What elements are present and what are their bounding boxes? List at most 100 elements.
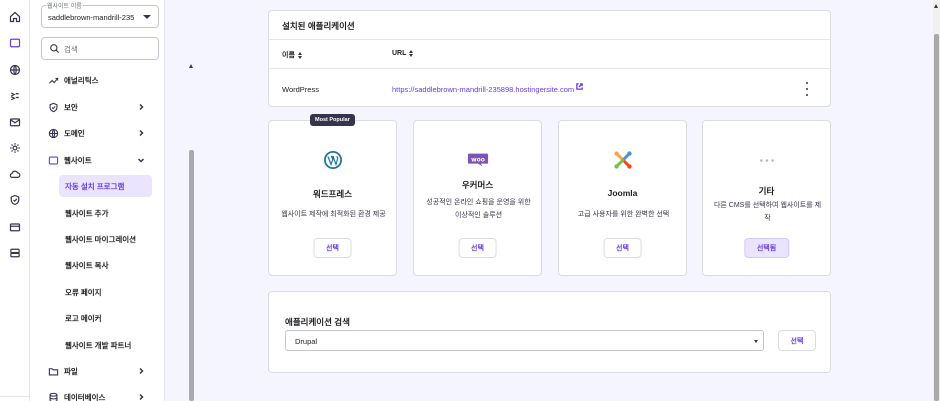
sidebar-subitem-label: 웹사이트 추가 <box>65 208 109 218</box>
website-icon <box>46 153 60 167</box>
column-header-label: 이름 <box>282 52 295 59</box>
folder-icon <box>46 364 60 378</box>
selected-other-button[interactable]: 선택됨 <box>743 238 790 258</box>
sidebar-item-security[interactable]: 보안 <box>41 97 151 117</box>
app-search-card: 애플리케이션 검색 Drupal 선택 <box>268 291 831 373</box>
shield-icon <box>46 100 60 114</box>
sidebar-item-label: 애널리틱스 <box>64 75 99 85</box>
sidebar-search-input[interactable] <box>64 42 154 56</box>
sidebar-subitem-copy-website[interactable]: 웹사이트 복사 <box>59 254 152 276</box>
sidebar-item-label: 파일 <box>64 366 78 376</box>
external-link-icon <box>576 83 583 90</box>
chevron-down-icon <box>137 156 145 164</box>
website-name-select[interactable]: 웹사이트 이름 saddlebrown-mandrill-235 <box>41 1 159 28</box>
sidebar-item-databases[interactable]: 데이터베이스 <box>41 387 151 401</box>
sidebar-subitem-label: 로고 메이커 <box>65 313 102 323</box>
app-name: 기타 <box>758 186 775 196</box>
app-row-name: WordPress <box>282 85 319 94</box>
sidebar-subitem-dev-partner[interactable]: 웹사이트 개발 파트너 <box>59 334 152 356</box>
more-options-icon[interactable] <box>802 82 812 96</box>
app-description: 다른 CMS를 선택하여 웹사이트를 제작 <box>713 202 822 222</box>
website-name-value: saddlebrown-mandrill-235 <box>48 13 135 22</box>
app-card-other: 기타 다른 CMS를 선택하여 웹사이트를 제작 선택됨 <box>702 120 831 276</box>
app-row-url-link[interactable]: https://saddlebrown-mandrill-235898.host… <box>392 83 583 94</box>
app-search-select[interactable]: Drupal <box>285 330 764 351</box>
woocommerce-icon: woo <box>467 149 489 171</box>
sidebar-subitem-add-website[interactable]: 웹사이트 추가 <box>59 202 152 224</box>
sidebar-subitem-label: 웹사이트 복사 <box>65 260 109 270</box>
cloud-icon[interactable] <box>7 166 23 182</box>
sidebar-subitem-label: 웹사이트 개발 파트너 <box>65 340 132 350</box>
svg-text:woo: woo <box>471 156 485 163</box>
sidebar-subitem-auto-installer[interactable]: 자동 설치 프로그램 <box>59 175 152 197</box>
chevron-right-icon <box>137 367 145 375</box>
app-name: 워드프레스 <box>312 189 353 199</box>
sidebar-subitem-logo-maker[interactable]: 로고 메이커 <box>59 307 152 329</box>
app-card-wordpress: Most Popular 워드프레스 웹사이트 제작에 최적화된 환경 제공 선… <box>268 114 397 276</box>
scroll-up-arrow-icon[interactable] <box>934 4 938 8</box>
search-icon <box>50 44 60 54</box>
sidebar-item-label: 도메인 <box>64 128 85 138</box>
app-search-title: 애플리케이션 검색 <box>285 317 350 327</box>
chevron-right-icon <box>137 103 145 111</box>
sidebar-subitem-label: 자동 설치 프로그램 <box>65 181 125 191</box>
installed-apps-title: 설치된 애플리케이션 <box>282 21 355 31</box>
app-name: Joomla <box>607 188 638 198</box>
app-description: 고급 사용자를 위한 완벽한 선택 <box>577 211 670 218</box>
page-scroll-thumb[interactable] <box>934 34 939 401</box>
hosting-icon[interactable] <box>7 88 23 104</box>
app-description: 성공적인 온라인 쇼핑을 운영을 위한 이상적인 솔루션 <box>426 199 531 219</box>
globe-icon[interactable] <box>7 62 23 78</box>
sidebar-item-domains[interactable]: 도메인 <box>41 123 151 143</box>
icon-rail <box>0 0 30 401</box>
mail-icon[interactable] <box>7 114 23 130</box>
sort-icon <box>409 50 415 57</box>
page-scrollbar[interactable] <box>933 0 940 401</box>
sidebar: 웹사이트 이름 saddlebrown-mandrill-235 애널리틱스 보… <box>30 0 194 401</box>
sidebar-item-analytics[interactable]: 애널리틱스 <box>41 70 151 90</box>
app-search-select-button[interactable]: 선택 <box>778 330 816 351</box>
chevron-right-icon <box>137 129 145 137</box>
most-popular-badge: Most Popular <box>310 114 355 126</box>
select-wordpress-button[interactable]: 선택 <box>313 238 352 258</box>
app-card-joomla: Joomla 고급 사용자를 위한 완벽한 선택 선택 <box>558 120 687 276</box>
analytics-icon <box>46 73 60 87</box>
caret-down-icon <box>754 340 758 343</box>
wordpress-icon <box>322 149 344 171</box>
column-header-url[interactable]: URL <box>392 50 415 57</box>
sidebar-search[interactable] <box>41 37 159 60</box>
rail-divider <box>0 396 30 397</box>
shield-icon[interactable] <box>7 192 23 208</box>
home-icon[interactable] <box>7 9 23 25</box>
sidebar-subitem-migrate-website[interactable]: 웹사이트 마이그레이션 <box>59 228 152 250</box>
sidebar-item-label: 웹사이트 <box>64 155 92 165</box>
website-icon[interactable] <box>7 35 23 51</box>
installed-apps-card: 설치된 애플리케이션 이름 URL WordPress https://sadd… <box>268 10 831 107</box>
globe-icon <box>46 126 60 140</box>
sidebar-item-label: 데이터베이스 <box>64 392 106 401</box>
sort-icon <box>297 51 304 59</box>
sidebar-item-files[interactable]: 파일 <box>41 361 151 381</box>
select-joomla-button[interactable]: 선택 <box>603 238 642 258</box>
sidebar-subitem-error-pages[interactable]: 오류 페이지 <box>59 281 152 303</box>
joomla-icon <box>612 149 634 171</box>
database-icon <box>46 390 60 401</box>
server-icon[interactable] <box>7 245 23 261</box>
sidebar-item-websites[interactable]: 웹사이트 <box>41 150 151 170</box>
divider <box>269 68 830 69</box>
website-name-label: 웹사이트 이름 <box>46 1 83 10</box>
app-row-url-text: https://saddlebrown-mandrill-235898.host… <box>392 85 575 94</box>
more-icon <box>756 149 778 171</box>
main-content: 설치된 애플리케이션 이름 URL WordPress https://sadd… <box>166 0 933 401</box>
app-description: 웹사이트 제작에 최적화된 환경 제공 <box>281 211 386 218</box>
divider <box>269 39 830 40</box>
app-search-selected-value: Drupal <box>295 337 318 346</box>
caret-down-icon <box>143 15 151 19</box>
sidebar-item-label: 보안 <box>64 102 78 112</box>
sidebar-subitem-label: 오류 페이지 <box>65 287 102 297</box>
select-woocommerce-button[interactable]: 선택 <box>458 238 497 258</box>
column-header-name[interactable]: 이름 <box>282 50 304 60</box>
billing-icon[interactable] <box>7 219 23 235</box>
app-name: 우커머스 <box>461 180 494 190</box>
settings-icon[interactable] <box>7 140 23 156</box>
